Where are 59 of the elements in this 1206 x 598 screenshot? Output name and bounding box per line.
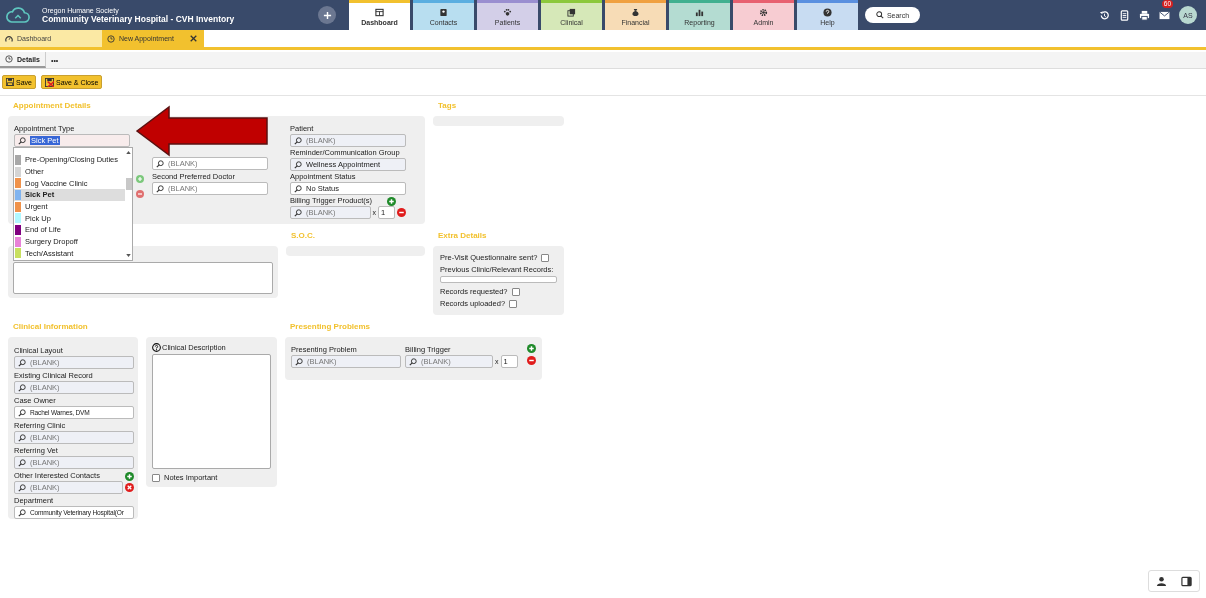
gauge-icon bbox=[5, 34, 13, 43]
search-icon bbox=[18, 483, 26, 492]
remove-icon[interactable] bbox=[527, 356, 536, 365]
scroll-up-icon[interactable] bbox=[126, 151, 131, 154]
search-icon bbox=[18, 508, 26, 517]
search-icon bbox=[18, 458, 26, 467]
search-icon bbox=[18, 433, 26, 442]
checkbox[interactable] bbox=[152, 473, 160, 482]
floppy-disk-cross-icon bbox=[44, 77, 54, 87]
section-title: Appointment Details bbox=[12, 100, 92, 112]
help-icon bbox=[823, 7, 832, 17]
search-icon bbox=[156, 184, 164, 193]
search-icon bbox=[409, 357, 418, 366]
person-icon[interactable] bbox=[1156, 575, 1167, 587]
cloud-logo-icon bbox=[6, 6, 30, 24]
checkbox[interactable] bbox=[509, 299, 518, 308]
scroll-down-icon[interactable] bbox=[126, 254, 131, 257]
section-title: S.O.C. bbox=[290, 230, 316, 242]
search-icon bbox=[294, 160, 302, 169]
search-icon bbox=[295, 357, 303, 366]
search-icon bbox=[18, 136, 26, 145]
checkbox[interactable] bbox=[541, 253, 550, 262]
side-panel-icon[interactable] bbox=[1181, 575, 1192, 587]
settings-icon bbox=[759, 7, 768, 17]
clock-icon bbox=[5, 55, 13, 63]
section-title: Presenting Problems bbox=[289, 321, 372, 333]
print-icon[interactable] bbox=[1139, 9, 1150, 21]
scrollbar[interactable] bbox=[125, 148, 132, 260]
layout-icon bbox=[375, 7, 384, 17]
scrollbar-thumb[interactable] bbox=[125, 178, 132, 190]
paw-icon bbox=[503, 7, 512, 17]
plus-icon bbox=[322, 10, 332, 20]
checkbox[interactable] bbox=[511, 287, 520, 296]
close-icon[interactable] bbox=[190, 35, 197, 42]
text-field[interactable] bbox=[440, 276, 557, 283]
help-icon[interactable] bbox=[152, 343, 161, 352]
section-title: Clinical Information bbox=[12, 321, 89, 333]
clock-icon bbox=[107, 34, 115, 43]
add-icon[interactable] bbox=[527, 344, 536, 353]
mail-icon[interactable] bbox=[1159, 10, 1170, 20]
app-title: Community Veterinary Hospital - CVH Inventory bbox=[42, 13, 236, 24]
search-icon bbox=[18, 408, 26, 417]
bar-chart-icon bbox=[695, 7, 704, 17]
history-icon[interactable] bbox=[1099, 9, 1110, 21]
search-icon bbox=[18, 383, 26, 392]
money-bag-icon bbox=[631, 7, 640, 17]
add-button[interactable] bbox=[318, 6, 336, 24]
document-icon[interactable] bbox=[1119, 9, 1130, 21]
search-icon bbox=[875, 11, 884, 19]
section-title: Tags bbox=[437, 100, 458, 112]
remove-icon[interactable] bbox=[136, 190, 144, 198]
search-icon bbox=[294, 136, 302, 145]
search-icon bbox=[156, 159, 164, 168]
contact-card-icon bbox=[439, 7, 448, 17]
search-icon bbox=[294, 184, 302, 193]
copy-icon bbox=[567, 7, 576, 17]
search-icon bbox=[294, 208, 302, 217]
search-icon bbox=[18, 358, 26, 367]
section-title: Extra Details bbox=[437, 230, 488, 242]
